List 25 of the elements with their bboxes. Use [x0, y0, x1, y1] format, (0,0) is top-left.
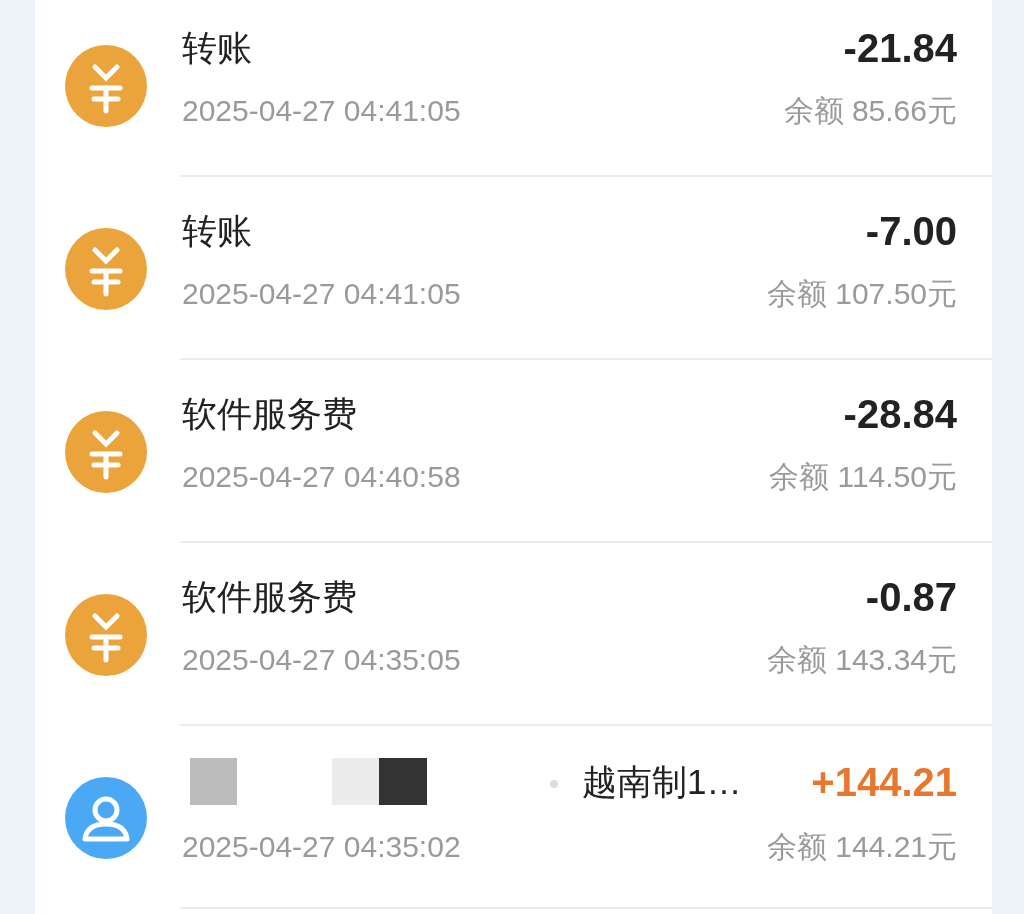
balance: 余额 143.34元 — [766, 642, 957, 678]
transaction-title: 软件服务费 — [182, 393, 357, 435]
yuan-icon — [65, 593, 147, 676]
timestamp: 2025-04-27 04:41:05 — [182, 93, 461, 129]
yuan-icon — [65, 44, 147, 127]
amount: +144.21 — [811, 760, 957, 804]
avatar-icon — [65, 776, 147, 859]
amount: -7.00 — [865, 209, 957, 253]
yuan-icon — [65, 410, 147, 493]
timestamp: 2025-04-27 04:35:05 — [182, 642, 461, 678]
amount: -21.84 — [843, 26, 957, 70]
amount: -0.87 — [865, 575, 957, 619]
transaction-title: 越南制1… — [582, 761, 742, 803]
yuan-icon — [65, 227, 147, 310]
amount: -28.84 — [843, 392, 957, 436]
transaction-title: 转账 — [182, 27, 252, 69]
balance: 余额 114.50元 — [769, 459, 957, 495]
balance: 余额 144.21元 — [766, 829, 957, 865]
transaction-title: 软件服务费 — [182, 576, 357, 618]
transaction-title: 转账 — [182, 210, 252, 252]
timestamp: 2025-04-27 04:35:02 — [182, 829, 461, 865]
balance: 余额 107.50元 — [766, 276, 957, 312]
timestamp: 2025-04-27 04:40:58 — [182, 459, 461, 495]
balance: 余额 85.66元 — [783, 93, 957, 129]
timestamp: 2025-04-27 04:41:05 — [182, 276, 461, 312]
